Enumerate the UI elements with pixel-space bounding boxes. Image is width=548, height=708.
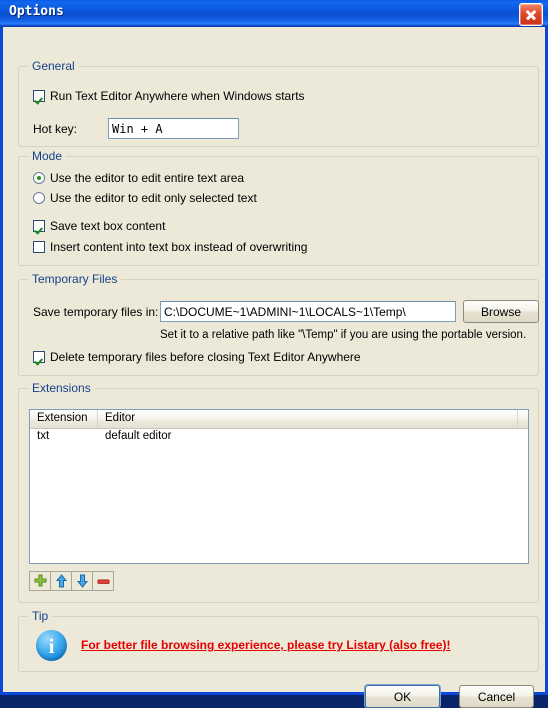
options-dialog: Options General Run Text Editor Anywhere… — [0, 0, 548, 708]
window-title: Options — [9, 4, 64, 19]
group-general: General Run Text Editor Anywhere when Wi… — [18, 59, 539, 147]
radio-label: Use the editor to edit entire text area — [50, 171, 245, 185]
temp-path-input[interactable] — [160, 301, 456, 322]
group-tip-label: Tip — [28, 609, 53, 623]
group-general-label: General — [28, 59, 79, 73]
group-mode-label: Mode — [28, 149, 67, 163]
list-header-row: Extension Editor — [30, 410, 528, 429]
ok-button[interactable]: OK — [365, 685, 440, 708]
checkbox-label: Run Text Editor Anywhere when Windows st… — [50, 89, 305, 103]
checkbox-label: Save text box content — [50, 219, 166, 233]
browse-button[interactable]: Browse — [463, 300, 539, 323]
remove-icon[interactable] — [92, 571, 114, 591]
hotkey-label: Hot key: — [33, 122, 78, 136]
group-extensions-label: Extensions — [28, 381, 95, 395]
radio-label: Use the editor to edit only selected tex… — [50, 191, 257, 205]
checkbox-box — [33, 241, 45, 253]
column-header-extension[interactable]: Extension — [30, 410, 98, 428]
radio-box — [33, 172, 45, 184]
radio-edit-entire-area[interactable]: Use the editor to edit entire text area — [33, 171, 244, 185]
extensions-toolbar — [29, 571, 114, 591]
checkbox-delete-temp-files[interactable]: Delete temporary files before closing Te… — [33, 350, 361, 364]
title-bar: Options — [0, 0, 548, 27]
add-icon[interactable] — [29, 571, 51, 591]
move-up-icon[interactable] — [50, 571, 72, 591]
cell-editor: default editor — [105, 430, 172, 442]
checkbox-label: Delete temporary files before closing Te… — [50, 350, 361, 364]
dialog-client-area: General Run Text Editor Anywhere when Wi… — [3, 27, 545, 708]
group-mode: Mode Use the editor to edit entire text … — [18, 149, 539, 266]
tip-link[interactable]: For better file browsing experience, ple… — [81, 638, 450, 652]
checkbox-insert-instead-of-overwrite[interactable]: Insert content into text box instead of … — [33, 240, 307, 254]
checkbox-label: Insert content into text box instead of … — [50, 240, 308, 254]
table-row[interactable]: txt default editor — [30, 429, 528, 446]
group-temporary-files: Temporary Files Save temporary files in:… — [18, 272, 539, 376]
group-temporary-files-label: Temporary Files — [28, 272, 122, 286]
checkbox-run-on-startup[interactable]: Run Text Editor Anywhere when Windows st… — [33, 89, 305, 103]
checkbox-box — [33, 351, 45, 363]
column-header-editor[interactable]: Editor — [98, 410, 518, 428]
checkbox-save-textbox-content[interactable]: Save text box content — [33, 219, 165, 233]
radio-edit-selected-text[interactable]: Use the editor to edit only selected tex… — [33, 191, 257, 205]
group-extensions: Extensions Extension Editor txt default … — [18, 381, 539, 603]
close-icon[interactable] — [519, 3, 543, 26]
group-tip: Tip For better file browsing experience,… — [18, 609, 539, 672]
checkbox-box — [33, 220, 45, 232]
info-icon — [36, 630, 67, 661]
temp-path-hint: Set it to a relative path like "\Temp" i… — [160, 329, 527, 341]
checkbox-box — [33, 90, 45, 102]
hotkey-input[interactable] — [108, 118, 239, 139]
extensions-list[interactable]: Extension Editor txt default editor — [29, 409, 529, 564]
radio-box — [33, 192, 45, 204]
cancel-button[interactable]: Cancel — [459, 685, 534, 708]
temp-path-label: Save temporary files in: — [33, 305, 159, 319]
cell-extension: txt — [37, 430, 50, 442]
move-down-icon[interactable] — [71, 571, 93, 591]
